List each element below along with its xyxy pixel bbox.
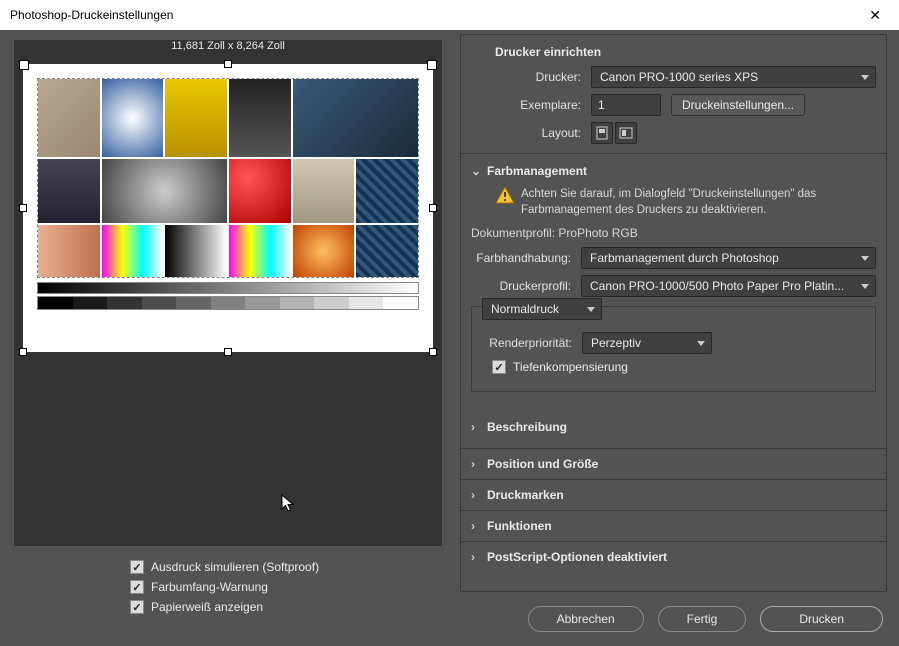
render-priority-label: Renderpriorität: <box>482 336 582 350</box>
page-dimensions: 11,681 Zoll x 8,264 Zoll <box>171 40 285 52</box>
position-size-section[interactable]: ›Position und Größe <box>461 448 886 479</box>
chevron-right-icon: › <box>471 519 483 533</box>
print-settings-button[interactable]: Druckeinstellungen... <box>671 94 805 116</box>
postscript-section[interactable]: ›PostScript-Optionen deaktiviert <box>461 541 886 572</box>
cancel-button[interactable]: Abbrechen <box>528 606 644 632</box>
portrait-icon[interactable] <box>591 122 613 144</box>
layout-label: Layout: <box>471 126 591 140</box>
handling-label: Farbhandhabung: <box>471 251 581 265</box>
blackpoint-checkbox[interactable]: ✓Tiefenkompensierung <box>492 360 628 374</box>
doc-profile-label: Dokumentprofil: <box>471 226 555 240</box>
print-preview-area: 11,681 Zoll x 8,264 Zoll <box>14 40 442 546</box>
render-priority-dropdown[interactable]: Perzeptiv <box>582 332 712 354</box>
test-image <box>37 78 419 278</box>
chevron-right-icon: › <box>471 457 483 471</box>
print-marks-section[interactable]: ›Druckmarken <box>461 479 886 510</box>
cursor-icon <box>281 494 297 514</box>
warning-icon <box>495 186 515 204</box>
print-mode-dropdown[interactable]: Normaldruck <box>482 298 602 320</box>
copies-label: Exemplare: <box>471 98 591 112</box>
done-button[interactable]: Fertig <box>658 606 747 632</box>
functions-section[interactable]: ›Funktionen <box>461 510 886 541</box>
description-section[interactable]: ›Beschreibung <box>461 412 886 442</box>
printer-profile-label: Druckerprofil: <box>471 279 581 293</box>
titlebar: Photoshop-Druckeinstellungen ✕ <box>0 0 899 30</box>
preview-paper[interactable] <box>23 64 433 352</box>
copies-input[interactable]: 1 <box>591 94 661 116</box>
chevron-down-icon: ⌄ <box>471 164 483 178</box>
chevron-right-icon: › <box>471 550 483 564</box>
chevron-right-icon: › <box>471 488 483 502</box>
color-management-heading[interactable]: ⌄Farbmanagement <box>461 160 886 182</box>
window-title: Photoshop-Druckeinstellungen <box>10 8 173 22</box>
printer-label: Drucker: <box>471 70 591 84</box>
close-icon[interactable]: ✕ <box>861 3 889 28</box>
printer-profile-dropdown[interactable]: Canon PRO-1000/500 Photo Paper Pro Plati… <box>581 275 876 297</box>
color-warning-text: Achten Sie darauf, im Dialogfeld "Drucke… <box>521 186 876 218</box>
printer-dropdown[interactable]: Canon PRO-1000 series XPS <box>591 66 876 88</box>
gamut-warning-checkbox[interactable]: ✓Farbumfang-Warnung <box>130 580 442 594</box>
print-button[interactable]: Drucken <box>760 606 883 632</box>
doc-profile-value: ProPhoto RGB <box>558 226 637 240</box>
landscape-icon[interactable] <box>615 122 637 144</box>
paperwhite-checkbox[interactable]: ✓Papierweiß anzeigen <box>130 600 442 614</box>
printer-setup-heading: Drucker einrichten <box>461 41 886 63</box>
color-handling-dropdown[interactable]: Farbmanagement durch Photoshop <box>581 247 876 269</box>
chevron-right-icon: › <box>471 420 483 434</box>
softproof-checkbox[interactable]: ✓Ausdruck simulieren (Softproof) <box>130 560 442 574</box>
